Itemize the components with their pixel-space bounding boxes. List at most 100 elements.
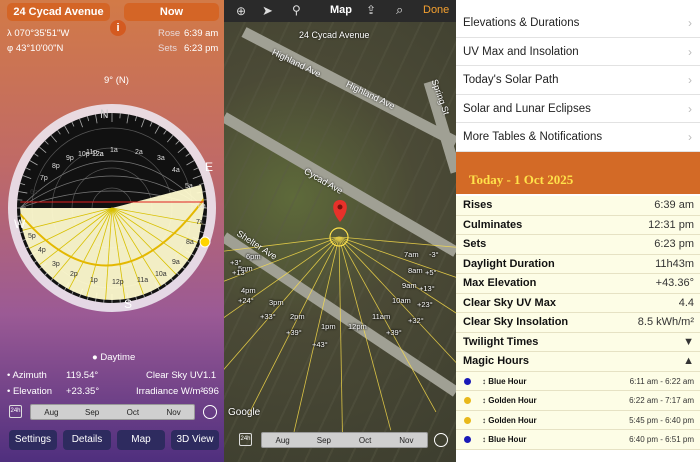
today-row[interactable]: Twilight Times ▼ [456,332,700,352]
pin-icon[interactable]: ⚲ [292,3,301,17]
month-nov: Nov [399,435,414,445]
hour-label: 5a [185,183,193,190]
menu-item[interactable]: UV Max and Insolation › [456,38,700,67]
row-key: Culminates [463,218,523,231]
hour-label: 4p [38,247,46,254]
daytime-text: Daytime [100,352,136,363]
hour-label: 9p [66,155,74,162]
today-row[interactable]: Magic Hours ▲ [456,352,700,372]
today-row: Clear Sky Insolation 8.5 kWh/m² [456,313,700,333]
chevron-right-icon: › [688,130,692,145]
month-oct: Oct [358,435,372,445]
hour-label: 7p [40,175,48,182]
map-title: Map [330,4,352,16]
hour-label: 11a [137,277,148,284]
location-button[interactable]: 24 Cycad Avenue [7,3,110,21]
24h-toggle-icon-map[interactable]: 24h [239,433,252,446]
sun-elevation-label: +23° [417,300,433,309]
hour-label: 3p [52,261,60,268]
menu-item-label: Today's Solar Path [463,74,559,87]
row-value: 6:23 pm [654,238,694,250]
3d-view-button[interactable]: 3D View [171,430,219,450]
sun-time-label: 7am [404,250,419,259]
navigate-icon[interactable]: ➤ [262,3,273,19]
elevation-label: • Elevation [7,386,53,397]
today-row: Max Elevation +43.36° [456,274,700,294]
done-button[interactable]: Done [423,4,449,16]
magic-hour-name: ↕ Golden Hour [482,415,537,425]
globe-icon[interactable]: ⊕ [236,4,246,18]
magic-hour-dot-icon [464,416,471,424]
clock-icon-map[interactable] [434,433,448,447]
hour-label: 8p [52,163,60,170]
magic-hour-dot-icon [464,377,471,385]
google-logo: Google [228,407,261,418]
month-sep: Sep [316,435,331,445]
map-location-label: 24 Cycad Avenue [299,30,370,40]
date-timeline[interactable]: Aug Sep Oct Nov [30,404,195,420]
sun-time-label: 11am [372,312,391,321]
uv-label: Clear Sky UV [146,370,204,381]
longitude-value: 070°35'51"W [14,28,70,39]
row-key: Rises [463,199,493,211]
hour-label: 12p [112,279,124,286]
solar-details-panel: Elevations & Durations › UV Max and Insola… [456,0,700,462]
hour-label: 8a [186,239,194,246]
date-timeline-map[interactable]: Aug Sep Oct Nov [261,432,428,448]
compass-s: S [124,297,132,311]
magic-hour-time: 5:45 pm - 6:40 pm [629,415,694,425]
map-sun-ray [338,236,343,437]
sun-elevation-label: -3° [429,250,439,259]
row-key: Clear Sky UV Max [463,296,556,309]
chevron-right-icon: › [688,16,692,30]
hour-label: 10a [155,271,167,278]
row-key: Max Elevation [463,277,537,289]
menu-item[interactable]: Today's Solar Path › [456,66,700,95]
azimuth-text: Azimuth [12,370,47,381]
magic-hour-name: ↕ Blue Hour [482,435,527,444]
details-button[interactable]: Details [63,430,111,450]
search-icon[interactable]: ⌕ [396,2,403,18]
hour-label: 2p [70,271,78,278]
rise-time: 6:39 am [184,28,219,39]
sun-time-label: 10am [392,296,411,305]
irradiance-value: 696 [203,386,219,397]
hour-label: 12a [92,151,104,158]
hour-label: 1p [90,277,98,284]
magic-hour-row[interactable]: ↕ Blue Hour 6:40 pm - 6:51 pm [456,430,700,450]
menu-item[interactable]: Elevations & Durations › [456,9,700,38]
sun-elevation-label: +13° [419,284,435,293]
today-row: Culminates 12:31 pm [456,215,700,235]
sun-time-label: 4pm [241,286,256,295]
magic-hour-row[interactable]: ↕ Golden Hour 6:22 am - 7:17 am [456,391,700,411]
azimuth-label: • Azimuth [7,370,47,381]
magic-hour-row[interactable]: ↕ Blue Hour 6:11 am - 6:22 am [456,371,700,391]
map-button[interactable]: Map [117,430,165,450]
map-panel: ⊕ ➤ ⚲ Map ⇪ ⌕ Done 24 Cycad Avenue Highl… [224,0,456,462]
magic-hour-dot-icon [464,436,471,443]
sun-time-label: 6pm [246,252,261,261]
magic-hour-dot-icon [464,397,471,404]
info-icon[interactable]: i [110,20,126,36]
share-icon[interactable]: ⇪ [366,3,376,17]
sun-compass-dial[interactable]: 12a 1a 2a 3a 4a 5a 6a 7a 8a 9a 10a 11a 12p 1p 2p 3p 4p5p… [0,84,224,334]
compass-w: W [14,217,26,231]
sun-time-label: 12pm [348,322,367,331]
sun-time-label: 2pm [290,312,305,321]
24h-toggle-icon[interactable]: 24h [9,405,22,418]
compass-n: N [100,107,109,121]
sun-time-label: 9am [402,281,417,290]
compass-e: E [205,160,213,174]
daytime-label: ● Daytime [92,352,136,363]
row-value: 12:31 pm [648,218,694,231]
latitude-value: 43°10'00"N [15,43,64,54]
settings-button[interactable]: Settings [9,430,57,450]
longitude-readout: λ 070°35'51"W [7,28,70,39]
menu-item[interactable]: Solar and Lunar Eclipses › [456,95,700,124]
menu-item[interactable]: More Tables & Notifications › [456,123,700,152]
now-button[interactable]: Now [124,3,219,21]
hour-label: 1a [110,147,118,154]
clock-icon[interactable] [203,405,217,419]
magic-hour-row[interactable]: ↕ Golden Hour 5:45 pm - 6:40 pm [456,410,700,430]
sun-compass-panel: 24 Cycad Avenue Now λ 070°35'51"W φ 43°1… [0,0,224,462]
